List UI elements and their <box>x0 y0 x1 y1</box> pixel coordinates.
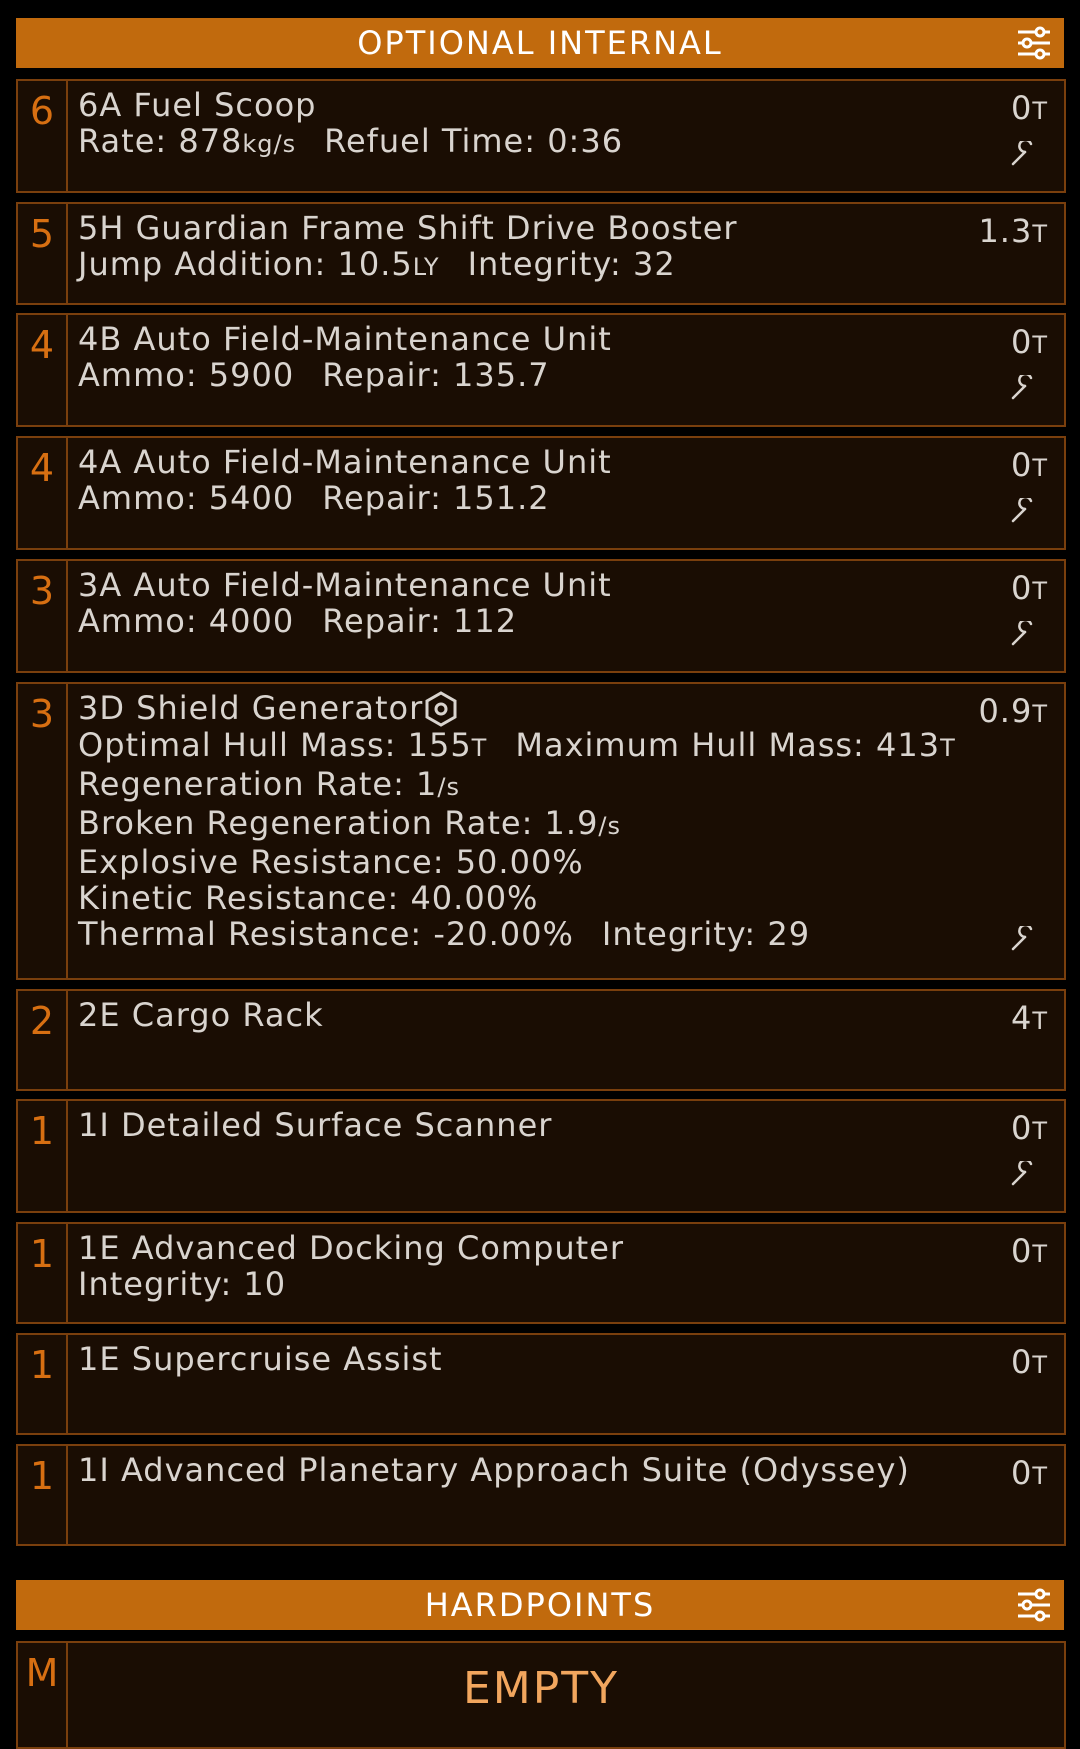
module-mass: 0T <box>1010 1343 1048 1381</box>
module-name: 1E Advanced Docking Computer <box>78 1229 625 1267</box>
slot-afmu-3a[interactable]: 3 3A Auto Field-Maintenance Unit Ammo: 4… <box>16 559 1066 673</box>
module-stats: Ammo: 5900 Repair: 135.7 <box>78 356 550 394</box>
module-name: 5H Guardian Frame Shift Drive Booster <box>78 209 738 247</box>
slot-fuel-scoop[interactable]: 6 6A Fuel Scoop Rate: 878kg/s Refuel Time… <box>16 79 1066 193</box>
slot-surface-scanner[interactable]: 1 1I Detailed Surface Scanner 0T <box>16 1099 1066 1213</box>
wrench-icon[interactable] <box>1010 926 1036 952</box>
slot-size: 1 <box>18 1224 68 1322</box>
slot-fsd-booster[interactable]: 5 5H Guardian Frame Shift Drive Booster … <box>16 202 1066 305</box>
stat-kinetic: Kinetic Resistance: 40.00% <box>78 879 539 917</box>
module-name: 4B Auto Field-Maintenance Unit <box>78 320 612 358</box>
module-mass: 0T <box>1010 1454 1048 1492</box>
module-mass: 0T <box>1010 569 1048 607</box>
module-mass: 0T <box>1010 323 1048 361</box>
hardpoint-slot-empty[interactable]: M EMPTY <box>16 1641 1066 1749</box>
module-mass: 0T <box>1010 446 1048 484</box>
slot-size: 5 <box>18 204 68 303</box>
stat-broken-regen: Broken Regeneration Rate: 1.9/s <box>78 804 622 842</box>
slot-cargo-rack[interactable]: 2 2E Cargo Rack 4T <box>16 989 1066 1091</box>
slot-afmu-4b[interactable]: 4 4B Auto Field-Maintenance Unit Ammo: 5… <box>16 313 1066 427</box>
module-mass: 0T <box>1010 1109 1048 1147</box>
sliders-icon[interactable] <box>1016 1588 1052 1622</box>
stat-thermal: Thermal Resistance: -20.00% Integrity: 29 <box>78 915 811 953</box>
slot-shield-generator[interactable]: 3 3D Shield Generator Optimal Hull Mass:… <box>16 682 1066 980</box>
sliders-icon[interactable] <box>1016 26 1052 60</box>
stat-hull-mass: Optimal Hull Mass: 155T Maximum Hull Mass… <box>78 726 956 764</box>
module-name: 2E Cargo Rack <box>78 996 324 1034</box>
stat-explosive: Explosive Resistance: 50.00% <box>78 843 584 881</box>
module-stats: Ammo: 5400 Repair: 151.2 <box>78 479 550 517</box>
slot-size: 1 <box>18 1101 68 1211</box>
slot-supercruise-assist[interactable]: 1 1E Supercruise Assist 0T <box>16 1333 1066 1435</box>
engineered-icon <box>425 691 457 727</box>
module-mass: 4T <box>1010 999 1048 1037</box>
slot-size: 3 <box>18 684 68 978</box>
wrench-icon[interactable] <box>1010 498 1036 524</box>
slot-size: 2 <box>18 991 68 1089</box>
slot-planetary-approach-suite[interactable]: 1 1I Advanced Planetary Approach Suite (… <box>16 1444 1066 1546</box>
slot-size: 4 <box>18 315 68 425</box>
module-name: 3A Auto Field-Maintenance Unit <box>78 566 612 604</box>
slot-size: 6 <box>18 81 68 191</box>
empty-label: EMPTY <box>462 1663 620 1714</box>
slot-size: 3 <box>18 561 68 671</box>
module-stats: Integrity: 10 <box>78 1265 287 1303</box>
module-name: 1I Advanced Planetary Approach Suite (Od… <box>78 1451 910 1489</box>
slot-size: 1 <box>18 1335 68 1433</box>
wrench-icon[interactable] <box>1010 141 1036 167</box>
module-name: 1E Supercruise Assist <box>78 1340 443 1378</box>
module-stats: Rate: 878kg/s Refuel Time: 0:36 <box>78 122 624 160</box>
module-mass: 0.9T <box>978 692 1048 730</box>
slot-size: 1 <box>18 1446 68 1544</box>
wrench-icon[interactable] <box>1010 1161 1036 1187</box>
module-mass: 0T <box>1010 1232 1048 1270</box>
wrench-icon[interactable] <box>1010 375 1036 401</box>
module-stats: Jump Addition: 10.5LY Integrity: 32 <box>78 245 676 283</box>
section-title: HARDPOINTS <box>424 1586 656 1624</box>
slot-afmu-4a[interactable]: 4 4A Auto Field-Maintenance Unit Ammo: 5… <box>16 436 1066 550</box>
wrench-icon[interactable] <box>1010 621 1036 647</box>
hardpoints-header: HARDPOINTS <box>16 1580 1064 1630</box>
optional-internal-header: OPTIONAL INTERNAL <box>16 18 1064 68</box>
section-title: OPTIONAL INTERNAL <box>357 24 723 62</box>
module-name: 4A Auto Field-Maintenance Unit <box>78 443 612 481</box>
module-stats: Ammo: 4000 Repair: 112 <box>78 602 518 640</box>
module-mass: 1.3T <box>978 212 1048 250</box>
module-name: 1I Detailed Surface Scanner <box>78 1106 553 1144</box>
slot-docking-computer[interactable]: 1 1E Advanced Docking Computer Integrity… <box>16 1222 1066 1324</box>
module-name: 6A Fuel Scoop <box>78 86 317 124</box>
slot-size: 4 <box>18 438 68 548</box>
module-mass: 0T <box>1010 89 1048 127</box>
module-name: 3D Shield Generator <box>78 690 1048 727</box>
stat-regen: Regeneration Rate: 1/s <box>78 765 460 803</box>
